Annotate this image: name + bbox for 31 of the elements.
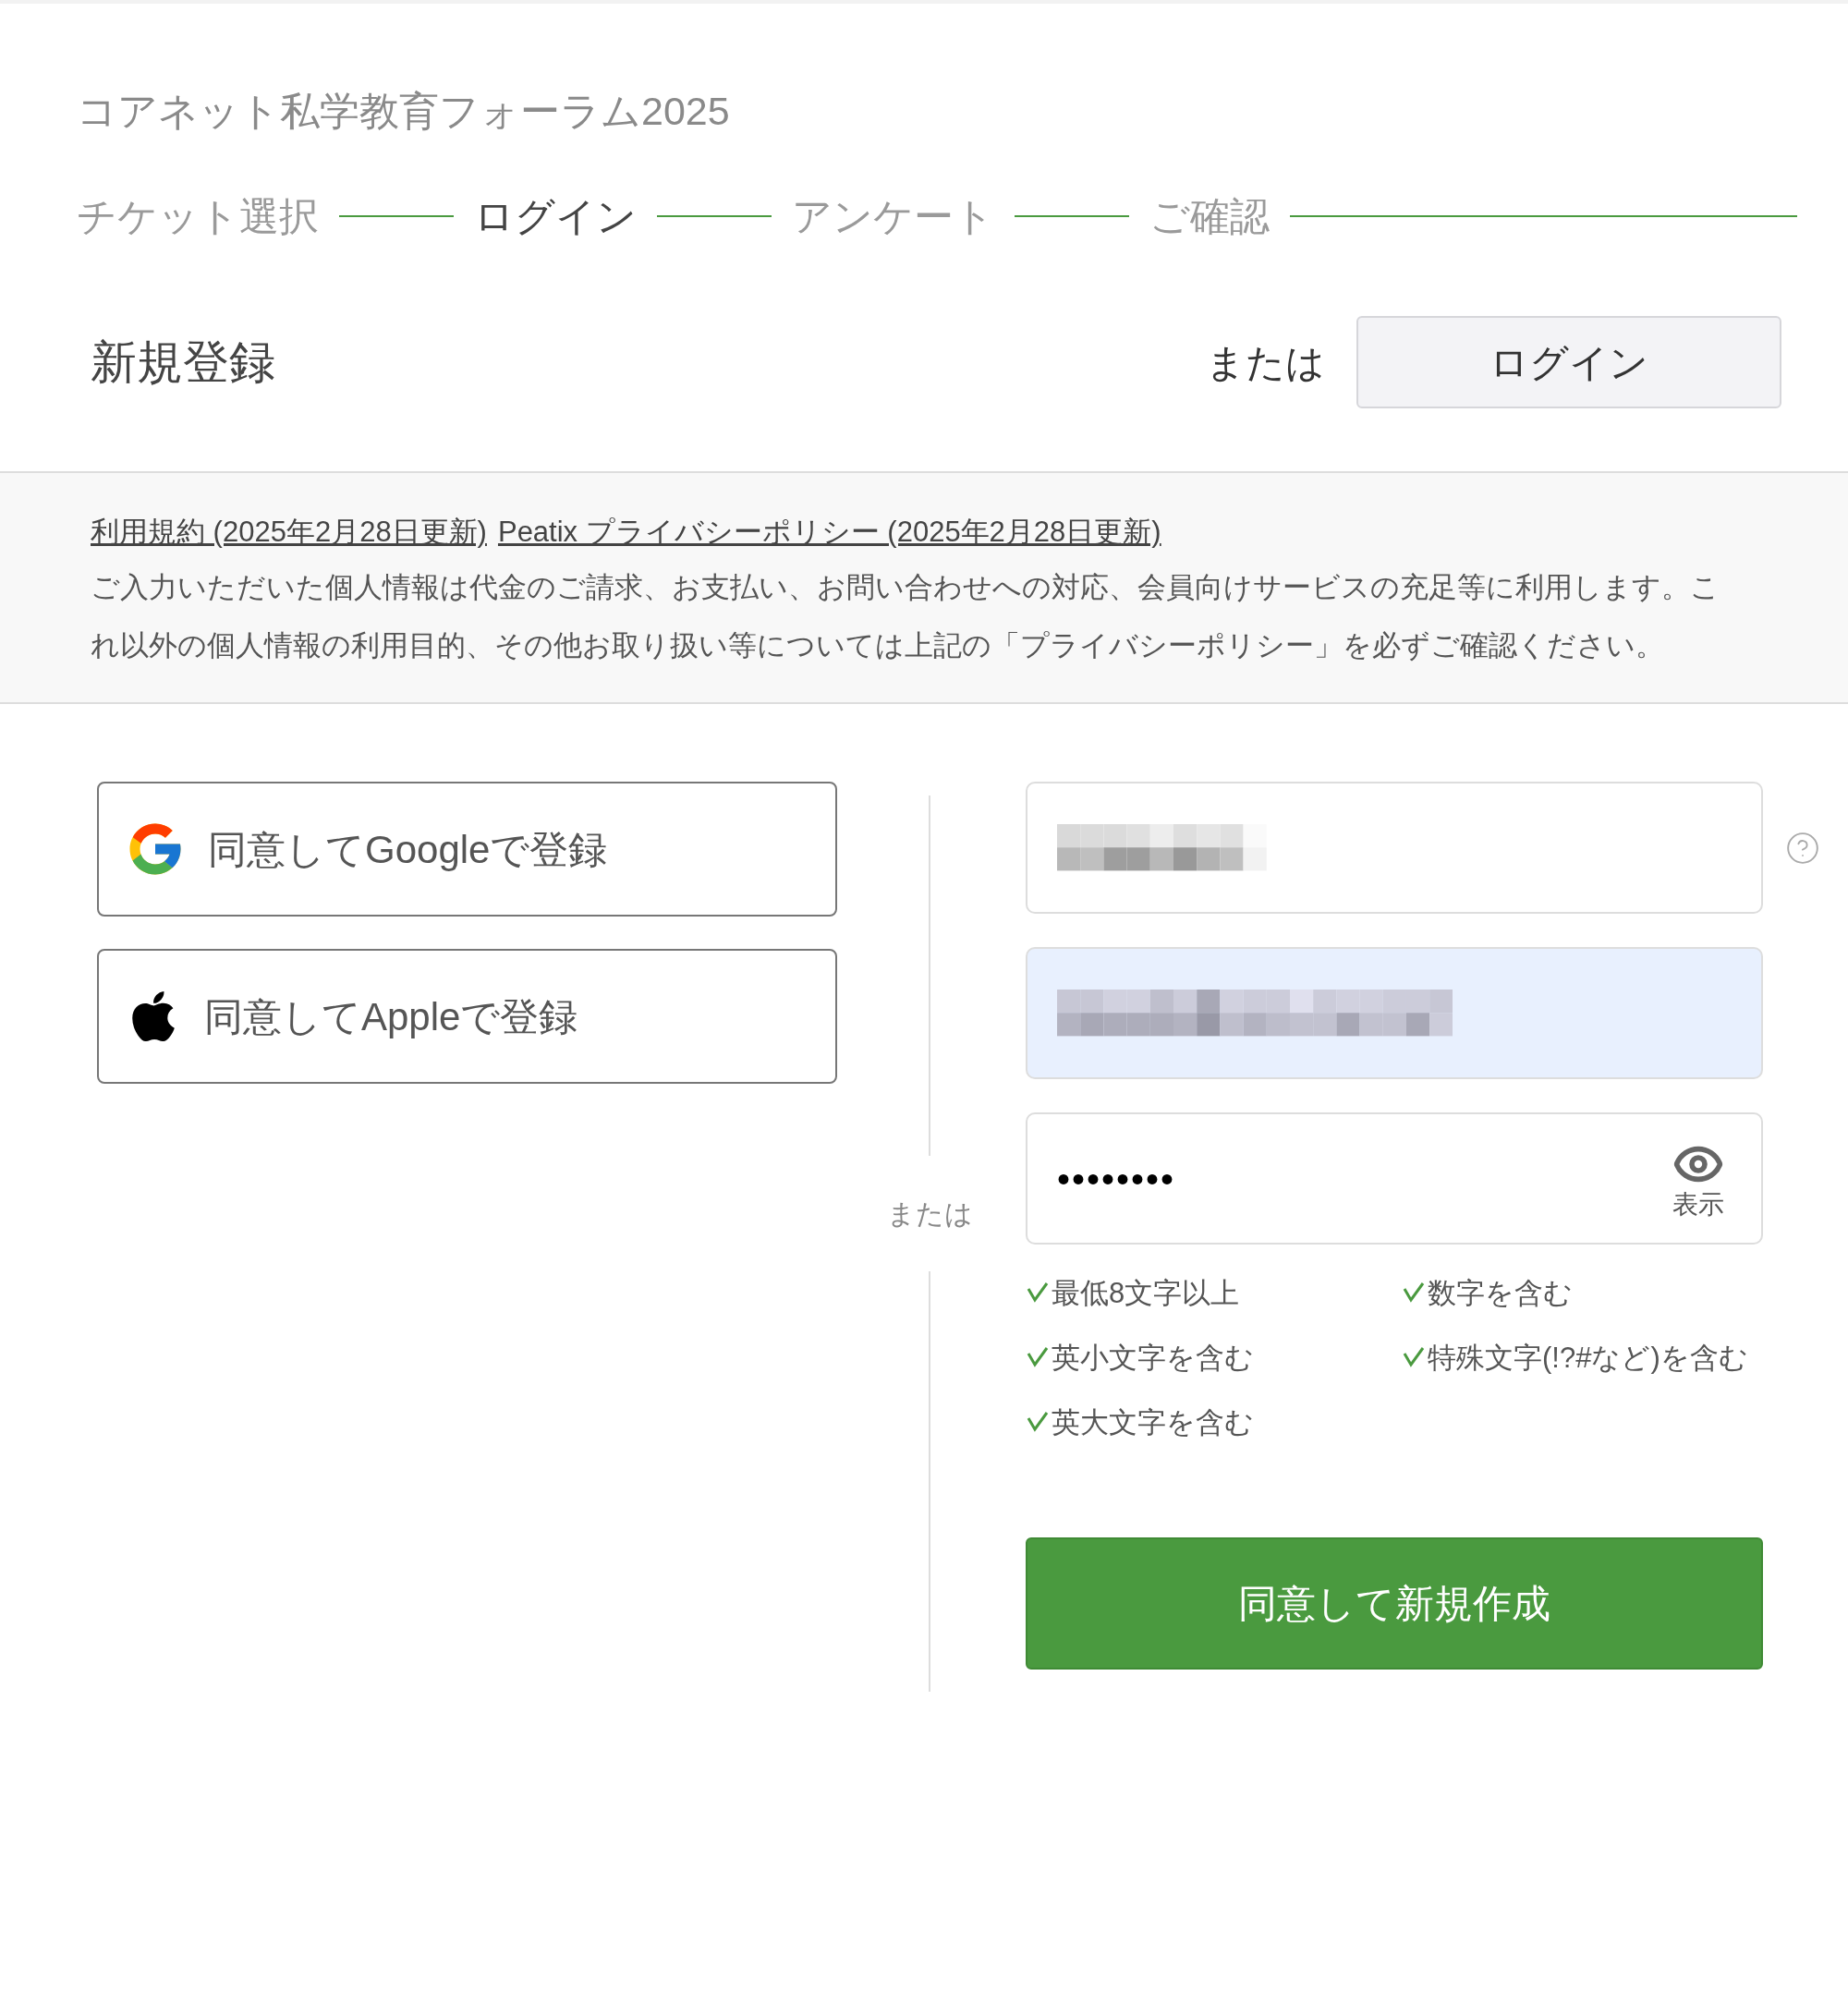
step-label: チケット選択 [77,193,319,240]
email-field[interactable] [1026,947,1763,1079]
check-icon [1402,1280,1426,1304]
help-icon[interactable] [1785,830,1820,866]
password-rule: 英大文字を含む [1052,1405,1254,1440]
show-password-button[interactable]: 表示 [1672,1137,1724,1220]
password-rule: 数字を含む [1428,1276,1573,1311]
step-label: ご確認 [1149,193,1270,240]
event-title: コアネット私学教育フォーラム2025 [77,88,731,135]
or-text: または [1206,339,1325,386]
terms-link[interactable]: Peatix プライバシーポリシー (2025年2月28日更新) [497,510,1161,554]
password-rule: 特殊文字(!?#など)を含む [1428,1341,1748,1376]
page-heading: 新規登録 [91,334,275,390]
login-button[interactable]: ログイン [1356,316,1781,408]
privacy-notice: ご入力いただいた個人情報は代金のご請求、お支払い、お問い合わせへの対応、会員向けサービスの充足等に利用します。これ以外の個人情報の利用目的、その他お取り扱い等については上記の「プライバシーポリシー」を必ずご確認ください。 [91,570,1720,663]
google-signup-button[interactable]: 同意してGoogleで登録 [97,782,837,917]
terms-link[interactable]: 利用規約 (2025年2月28日更新) [91,510,487,554]
password-value: •••••••• [1057,1157,1176,1201]
password-rule: 英小文字を含む [1052,1341,1254,1376]
check-icon [1026,1280,1050,1304]
check-icon [1402,1344,1426,1368]
create-account-button[interactable]: 同意して新規作成 [1026,1537,1763,1670]
password-rule: 最低8文字以上 [1052,1276,1240,1311]
name-field[interactable] [1026,782,1763,914]
or-divider-text: または [886,1197,973,1231]
step-label: アンケート [792,193,994,240]
password-field[interactable]: •••••••• 表示 [1026,1112,1763,1245]
step-label: ログイン [474,193,637,240]
check-icon [1026,1409,1050,1433]
apple-signup-button[interactable]: 同意してAppleで登録 [97,949,837,1084]
check-icon [1026,1344,1050,1368]
